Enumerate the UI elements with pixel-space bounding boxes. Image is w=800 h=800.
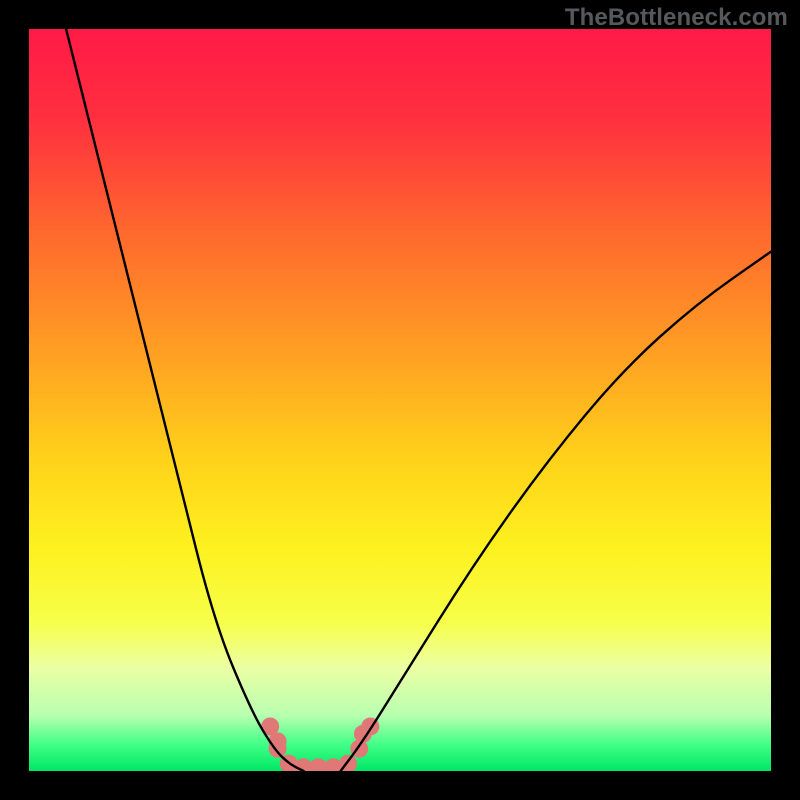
plot-area: [29, 29, 771, 771]
watermark-text: TheBottleneck.com: [565, 4, 788, 32]
chart-frame: TheBottleneck.com: [0, 0, 800, 800]
left-curve: [66, 29, 303, 771]
right-curve: [341, 252, 771, 771]
curve-layer: [29, 29, 771, 771]
